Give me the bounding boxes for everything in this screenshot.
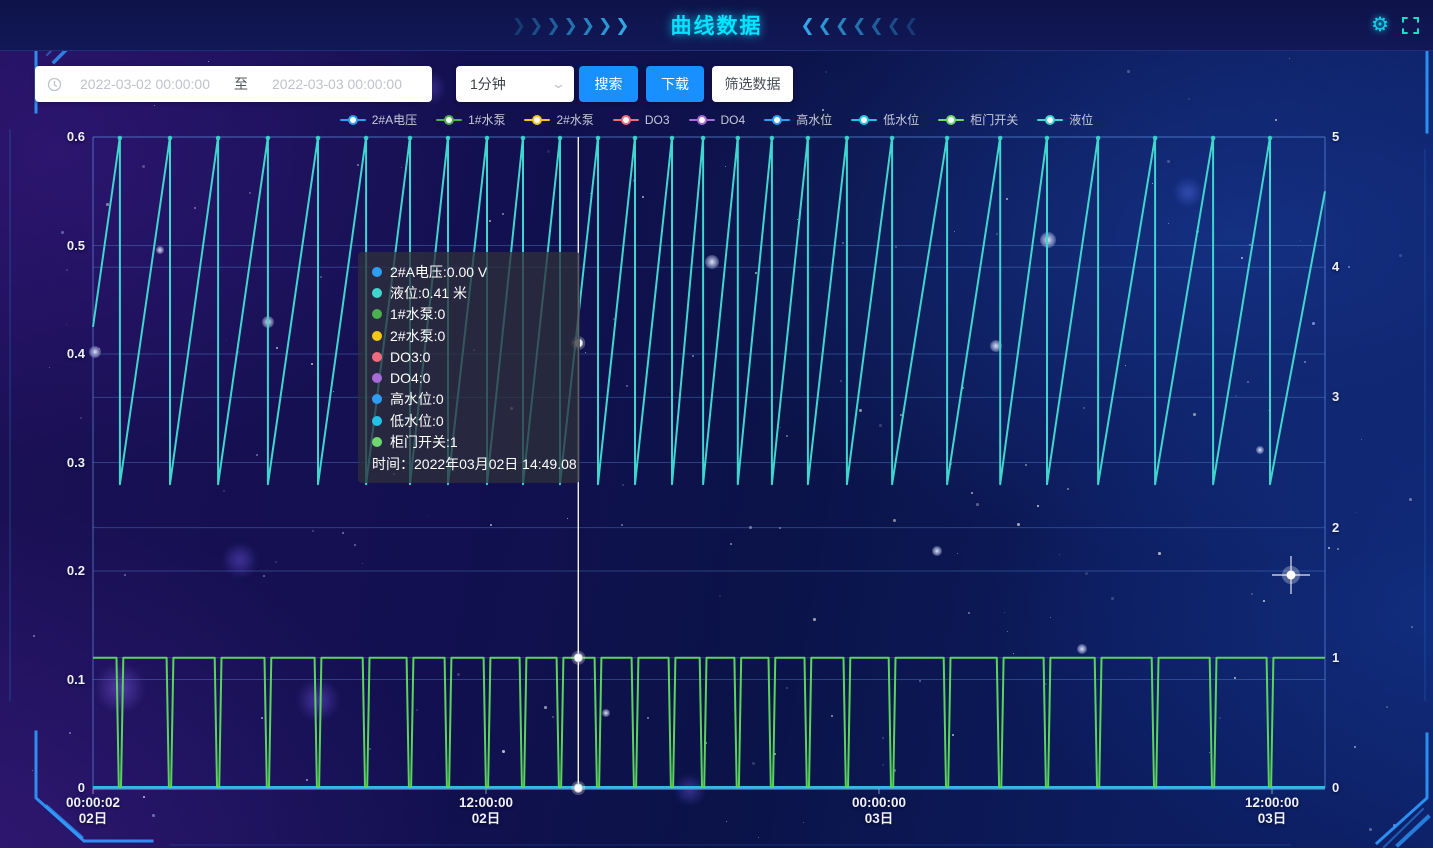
series-dot-icon xyxy=(372,288,382,298)
series-dot-icon xyxy=(372,309,382,319)
series-dot-icon xyxy=(372,267,382,277)
legend-marker-icon xyxy=(524,115,550,124)
chevron-down-icon: ⌄ xyxy=(551,76,566,92)
legend-item-5[interactable]: DO4 xyxy=(689,111,746,128)
legend-marker-icon xyxy=(851,115,877,124)
page-title: 曲线数据 xyxy=(671,10,763,40)
legend-item-label: 低水位 xyxy=(883,111,919,128)
tooltip-row: 液位:0.41 米 xyxy=(372,282,566,303)
series-dot-icon xyxy=(372,416,382,426)
settings-gear-icon[interactable]: ⚙ xyxy=(1371,15,1389,35)
download-button[interactable]: 下载 xyxy=(646,66,704,102)
legend-item-label: DO3 xyxy=(645,113,670,127)
legend-item-6[interactable]: 高水位 xyxy=(764,111,832,128)
legend-item-8[interactable]: 柜门开关 xyxy=(938,111,1018,128)
legend-item-label: 1#水泵 xyxy=(468,111,505,128)
legend-item-label: DO4 xyxy=(721,113,746,127)
date-end-input[interactable]: 2022-03-03 00:00:00 xyxy=(254,76,420,92)
legend-marker-icon xyxy=(689,115,715,124)
series-dot-icon xyxy=(372,394,382,404)
tooltip-row: DO4:0 xyxy=(372,367,566,388)
tooltip-row: 低水位:0 xyxy=(372,410,566,431)
chart-tooltip: 2#A电压:0.00 V液位:0.41 米1#水泵:02#水泵:0DO3:0DO… xyxy=(358,252,580,483)
tooltip-row: DO3:0 xyxy=(372,346,566,367)
legend-marker-icon xyxy=(613,115,639,124)
fullscreen-icon[interactable] xyxy=(1402,17,1419,34)
legend-item-4[interactable]: DO3 xyxy=(613,111,670,128)
tooltip-time: 时间：2022年03月02日 14:49.08 xyxy=(372,453,566,475)
search-button[interactable]: 搜索 xyxy=(579,66,638,102)
tooltip-row: 2#水泵:0 xyxy=(372,325,566,346)
header-bar: ❯❯❯❯❯❯❯ 曲线数据 ❮❮❮❮❮❮❮ ⚙ xyxy=(0,0,1433,51)
series-dot-icon xyxy=(372,352,382,362)
legend-item-3[interactable]: 2#水泵 xyxy=(524,111,593,128)
legend-marker-icon xyxy=(938,115,964,124)
clock-icon xyxy=(47,77,62,92)
tooltip-row: 柜门开关:1 xyxy=(372,431,566,452)
legend-marker-icon xyxy=(764,115,790,124)
legend-marker-icon xyxy=(340,115,366,124)
legend: 2#A电压 1#水泵 2#水泵 DO3 DO4 高水位 低水位 柜门开关 液位 xyxy=(0,111,1433,128)
legend-item-label: 2#水泵 xyxy=(556,111,593,128)
legend-item-9[interactable]: 液位 xyxy=(1037,111,1093,128)
legend-marker-icon xyxy=(1037,115,1063,124)
series-dot-icon xyxy=(372,373,382,383)
interval-select[interactable]: 1分钟 ⌄ xyxy=(456,66,574,102)
header-left-chevrons-icon: ❯❯❯❯❯❯❯ xyxy=(512,17,633,34)
legend-item-label: 柜门开关 xyxy=(970,111,1018,128)
legend-item-label: 高水位 xyxy=(796,111,832,128)
tooltip-rows: 2#A电压:0.00 V液位:0.41 米1#水泵:02#水泵:0DO3:0DO… xyxy=(372,261,566,453)
tooltip-row: 高水位:0 xyxy=(372,389,566,410)
filter-data-button[interactable]: 筛选数据 xyxy=(712,66,793,102)
legend-item-label: 液位 xyxy=(1069,111,1093,128)
tooltip-row: 2#A电压:0.00 V xyxy=(372,261,566,282)
tooltip-row: 1#水泵:0 xyxy=(372,304,566,325)
date-start-input[interactable]: 2022-03-02 00:00:00 xyxy=(62,76,228,92)
interval-select-value: 1分钟 xyxy=(470,74,506,94)
legend-marker-icon xyxy=(436,115,462,124)
legend-item-1[interactable]: 2#A电压 xyxy=(340,111,417,128)
date-range-picker[interactable]: 2022-03-02 00:00:00 至 2022-03-03 00:00:0… xyxy=(35,66,432,102)
legend-item-2[interactable]: 1#水泵 xyxy=(436,111,505,128)
date-separator: 至 xyxy=(234,74,248,94)
header-right-chevrons-icon: ❮❮❮❮❮❮❮ xyxy=(801,17,922,34)
series-dot-icon xyxy=(372,331,382,341)
legend-item-label: 2#A电压 xyxy=(372,111,417,128)
legend-item-7[interactable]: 低水位 xyxy=(851,111,919,128)
series-dot-icon xyxy=(372,437,382,447)
